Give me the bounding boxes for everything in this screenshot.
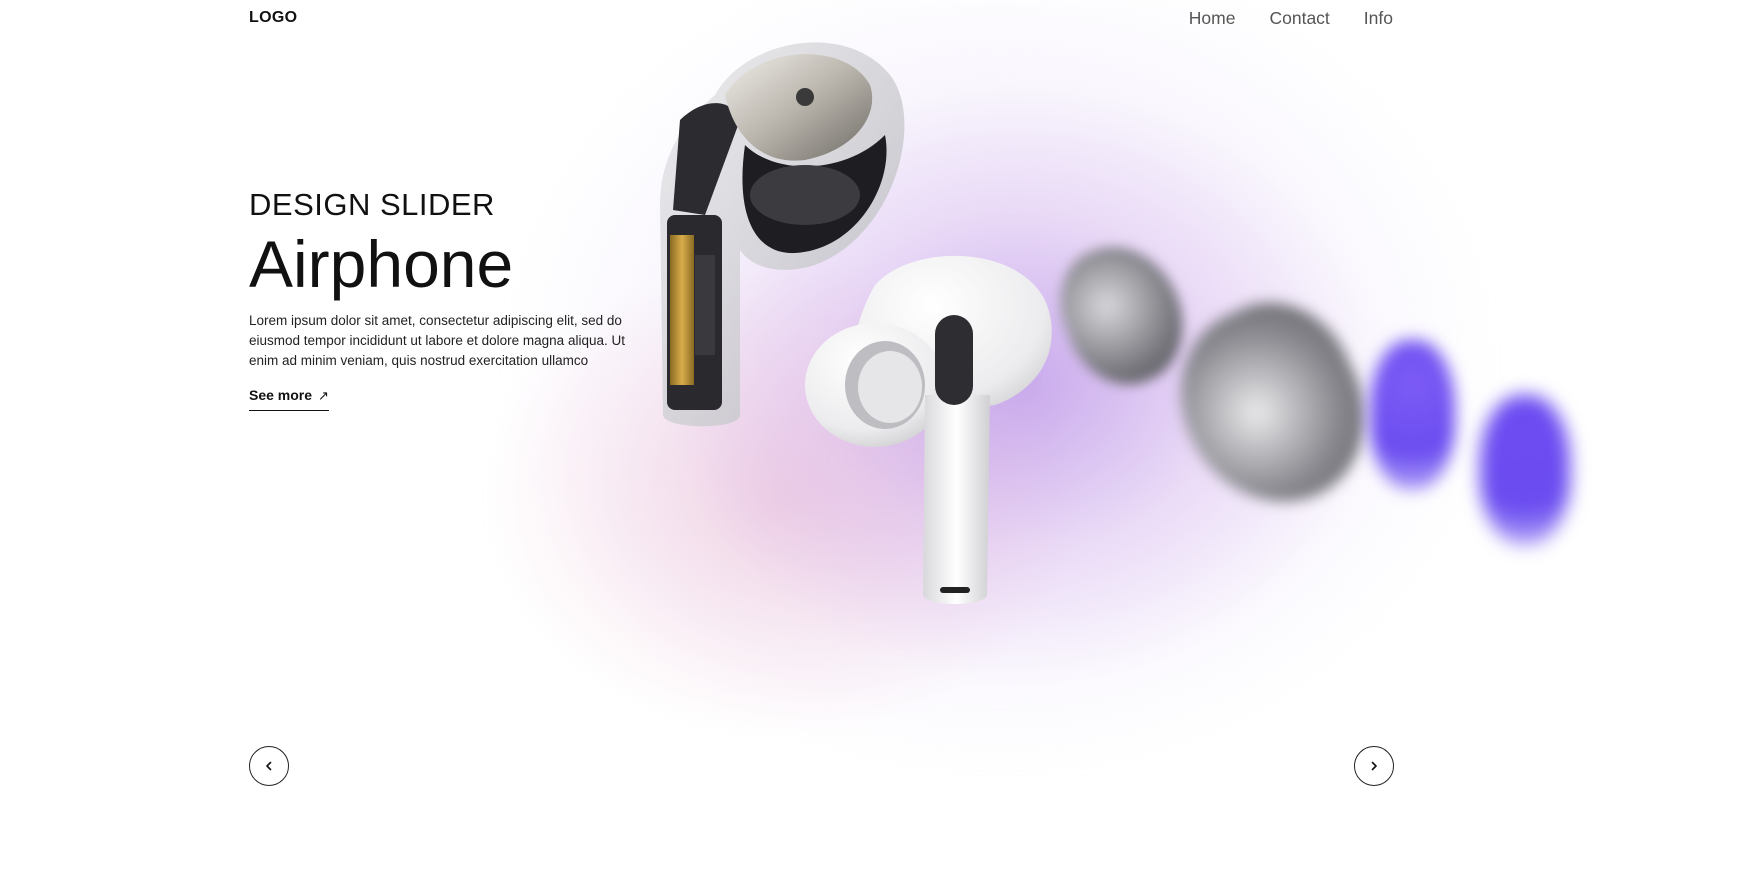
- hero-subtitle: DESIGN SLIDER: [249, 187, 495, 222]
- see-more-label: See more: [249, 387, 313, 403]
- nav-links: Home Contact Info: [1189, 8, 1393, 29]
- slider-prev-button[interactable]: [249, 746, 289, 786]
- hero-title: Airphone: [249, 227, 514, 301]
- arrow-up-right-icon: ↗: [317, 388, 329, 403]
- logo[interactable]: LOGO: [249, 9, 297, 27]
- page: LOGO Home Contact Info DESIGN SLIDER Air…: [0, 0, 1763, 891]
- nav-link-info[interactable]: Info: [1364, 8, 1393, 29]
- chevron-right-icon: [1371, 761, 1377, 771]
- nav-link-home[interactable]: Home: [1189, 8, 1236, 29]
- hero-text: DESIGN SLIDER Airphone Lorem ipsum dolor…: [249, 185, 649, 411]
- see-more-link[interactable]: See more ↗: [249, 387, 329, 411]
- hero-description: Lorem ipsum dolor sit amet, consectetur …: [249, 313, 625, 368]
- chevron-left-icon: [266, 761, 272, 771]
- slider-next-button[interactable]: [1354, 746, 1394, 786]
- earbud-white-image: [805, 255, 1052, 604]
- bottom-white-area: [0, 795, 1763, 891]
- nav-link-contact[interactable]: Contact: [1269, 8, 1329, 29]
- earbud-blurred-purple-2: [1480, 395, 1570, 545]
- earbud-blurred-purple-1: [1370, 340, 1455, 490]
